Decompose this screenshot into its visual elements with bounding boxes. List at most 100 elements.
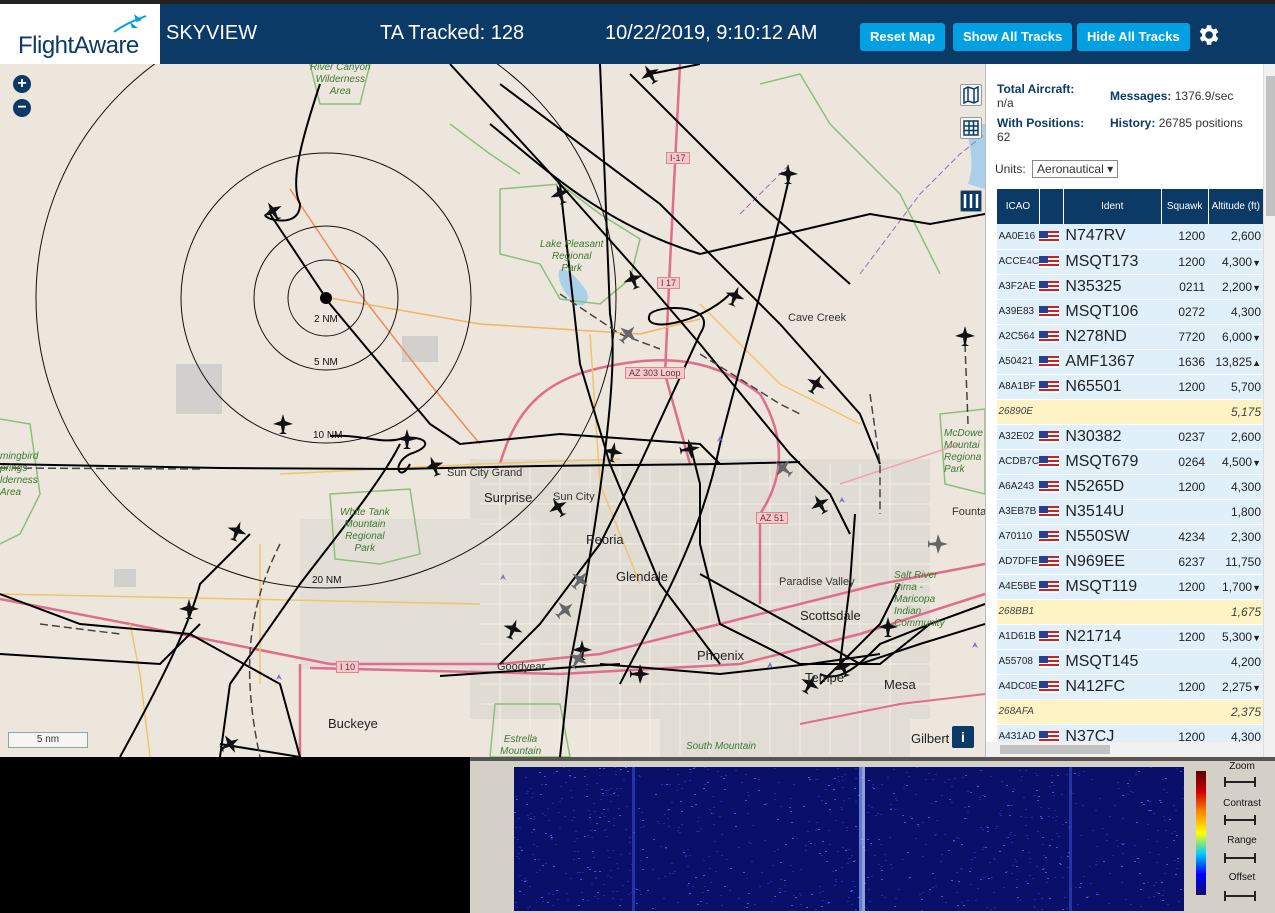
icao-cell: AA0E16 [996, 224, 1040, 250]
altitude-cell: 2,375 [1208, 699, 1263, 725]
altitude-trend-icon: ▼ [1252, 282, 1261, 293]
zoom-out-button[interactable]: − [13, 99, 31, 117]
scroll-thumb[interactable] [1000, 745, 1110, 754]
altitude-value: 1,700 [1222, 579, 1253, 594]
altitude-cell: 2,600 [1208, 424, 1263, 450]
flag-cell [1039, 599, 1064, 625]
squawk-cell: 0237 [1161, 424, 1209, 450]
us-flag-icon [1039, 531, 1060, 544]
hide-all-tracks-button[interactable]: Hide All Tracks [1077, 23, 1190, 51]
altitude-trend-icon: ▲ [1252, 357, 1261, 368]
squawk-cell: 0272 [1161, 299, 1209, 325]
reset-map-button[interactable]: Reset Map [860, 23, 946, 51]
table-row[interactable]: 268BB1 1,675 [996, 599, 1263, 625]
table-row[interactable]: A50421 AMF1367 1636 13,825▲ [996, 349, 1263, 375]
table-row[interactable]: ACDB7C MSQT679 0264 4,500▼ [996, 449, 1263, 475]
ident-cell: AMF1367 [1063, 349, 1162, 375]
table-row[interactable]: A3F2AE N35325 0211 2,200▼ [996, 274, 1263, 300]
ident-cell: N5265D [1063, 474, 1162, 500]
total-aircraft-stat: Total Aircraft: n/a [997, 82, 1074, 110]
road-label-az303: AZ 303 Loop [625, 367, 685, 379]
map-canvas [0, 64, 985, 757]
col-header-squawk[interactable]: Squawk [1160, 189, 1209, 224]
range-slider[interactable] [1224, 853, 1256, 863]
altitude-cell: 1,700▼ [1208, 574, 1263, 600]
info-button[interactable]: i [952, 726, 974, 748]
flag-cell [1039, 324, 1064, 350]
table-row[interactable]: A39E83 MSQT106 0272 4,300 [996, 299, 1263, 325]
table-row[interactable]: A8A1BF N65501 1200 5,700 [996, 374, 1263, 400]
total-aircraft-label: Total Aircraft: [997, 82, 1075, 96]
table-row[interactable]: ACCE4C MSQT173 1200 4,300▼ [996, 249, 1263, 275]
column-toggle-button[interactable] [960, 190, 982, 212]
icao-cell: A6A243 [996, 474, 1040, 500]
squawk-cell: 1200 [1161, 224, 1209, 250]
table-row[interactable]: A1D61B N21714 1200 5,300▼ [996, 624, 1263, 650]
flag-cell [1039, 649, 1064, 675]
squawk-cell: 1200 [1161, 474, 1209, 500]
altitude-value: 2,375 [1230, 704, 1261, 719]
ident-cell: N412FC [1063, 674, 1162, 700]
park-label-salt-river: Salt River Pima - Maricopa Indian Commun… [894, 570, 945, 629]
ident-cell: N747RV [1063, 224, 1162, 250]
ta-tracked-count: TA Tracked: 128 [380, 22, 525, 44]
table-row[interactable]: A6A243 N5265D 1200 4,300 [996, 474, 1263, 500]
flightaware-logo[interactable]: FlightAware [0, 4, 160, 64]
us-flag-icon [1039, 306, 1060, 319]
place-label-phoenix: Phoenix [697, 648, 744, 663]
history-stat: History: 26785 positions [1110, 116, 1250, 130]
us-flag-icon [1039, 656, 1060, 669]
messages-value: 1376.9/sec [1174, 89, 1234, 103]
altitude-value: 13,825 [1215, 354, 1253, 369]
ident-cell: MSQT679 [1063, 449, 1162, 475]
map-layers-button[interactable] [960, 84, 982, 106]
flag-cell [1039, 424, 1064, 450]
table-row[interactable]: A4E5BE MSQT119 1200 1,700▼ [996, 574, 1263, 600]
scroll-thumb[interactable] [1266, 76, 1275, 216]
altitude-value: 5,175 [1230, 404, 1261, 419]
table-row[interactable]: A4DC0E N412FC 1200 2,275▼ [996, 674, 1263, 700]
col-header-ident[interactable]: Ident [1062, 189, 1162, 224]
col-header-icao[interactable]: ICAO [996, 189, 1040, 224]
col-header-flag[interactable] [1038, 189, 1064, 224]
table-row[interactable]: A3EB7B N3514U 1,800 [996, 499, 1263, 525]
col-header-altitude[interactable]: Altitude (ft) [1207, 189, 1263, 224]
icao-cell: A55708 [996, 649, 1040, 675]
place-label-glendale: Glendale [616, 569, 669, 584]
table-row[interactable]: A55708 MSQT145 4,200 [996, 649, 1263, 675]
map-view[interactable]: 2 NM 5 NM 10 NM 20 NM I-17 I 17 AZ 303 L… [0, 64, 985, 757]
app-name: SKYVIEW [166, 22, 258, 44]
us-flag-icon [1039, 631, 1060, 644]
us-flag-icon [1039, 456, 1060, 469]
flag-cell [1039, 574, 1064, 600]
ring-label-5nm: 5 NM [314, 357, 338, 368]
show-all-tracks-button[interactable]: Show All Tracks [953, 23, 1073, 51]
us-flag-icon [1039, 681, 1060, 694]
altitude-cell: 13,825▲ [1208, 349, 1263, 375]
offset-slider[interactable] [1224, 891, 1256, 901]
units-select[interactable]: Aeronautical ▾ [1032, 160, 1119, 178]
altitude-trend-icon: ▼ [1252, 682, 1261, 693]
zoom-slider[interactable] [1224, 777, 1256, 787]
zoom-in-button[interactable]: + [13, 75, 31, 93]
table-row[interactable]: AA0E16 N747RV 1200 2,600 [996, 224, 1263, 250]
grid-toggle-button[interactable] [960, 117, 982, 139]
squawk-cell [1161, 399, 1209, 425]
park-label-river-canyon: River Canyon Wilderness Area [310, 64, 371, 97]
table-row[interactable]: A32E02 N30382 0237 2,600 [996, 424, 1263, 450]
contrast-slider[interactable] [1224, 815, 1256, 825]
squawk-cell: 0264 [1161, 449, 1209, 475]
table-row[interactable]: AD7DFE N969EE 6237 11,750 [996, 549, 1263, 575]
gear-icon[interactable] [1195, 22, 1221, 48]
table-row[interactable]: A70110 N550SW 4234 2,300 [996, 524, 1263, 550]
table-row[interactable]: 268AFA 2,375 [996, 699, 1263, 725]
table-row[interactable]: A2C564 N278ND 7720 6,000▼ [996, 324, 1263, 350]
altitude-value: 6,000 [1222, 329, 1253, 344]
ident-cell [1063, 599, 1162, 625]
ring-label-2nm: 2 NM [314, 314, 338, 325]
icao-cell: A4E5BE [996, 574, 1040, 600]
table-row[interactable]: 26890E 5,175 [996, 399, 1263, 425]
vertical-scrollbar[interactable] [1263, 64, 1275, 757]
horizontal-scrollbar[interactable] [986, 742, 1263, 757]
waterfall-display [514, 767, 1184, 911]
